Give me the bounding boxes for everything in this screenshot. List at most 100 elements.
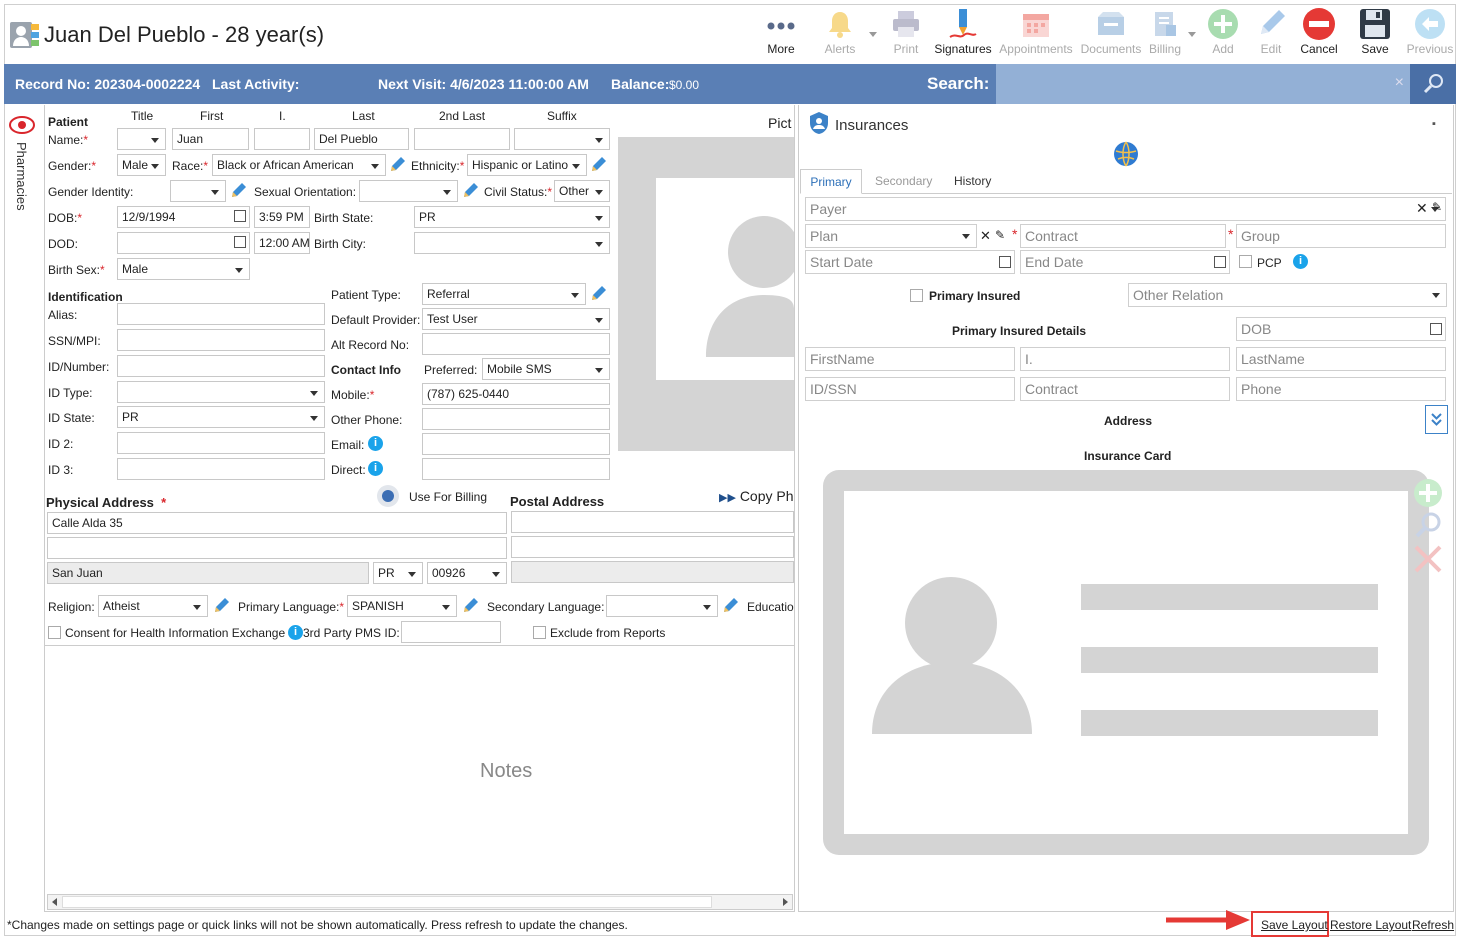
primary-insured-checkbox[interactable] (910, 289, 923, 302)
patient-type-edit-pencil-icon[interactable] (590, 284, 608, 302)
physical-state-select[interactable]: PR (373, 562, 423, 584)
consent-checkbox[interactable] (48, 626, 61, 639)
physical-city-input[interactable]: San Juan (47, 562, 369, 584)
primary-language-edit-pencil-icon[interactable] (462, 596, 480, 614)
cancel-button[interactable]: Cancel (1290, 6, 1348, 62)
birth-city-select[interactable] (414, 232, 610, 254)
race-edit-pencil-icon[interactable] (389, 155, 407, 173)
other-relation-select[interactable]: Other Relation (1128, 283, 1447, 307)
religion-edit-pencil-icon[interactable] (213, 596, 231, 614)
postal-line1-input[interactable] (511, 511, 794, 533)
physical-zip-select[interactable]: 00926 (427, 562, 507, 584)
sexual-orientation-select[interactable] (359, 180, 458, 202)
expand-address-button[interactable] (1425, 405, 1448, 434)
patient-type-select[interactable]: Referral (422, 283, 586, 305)
primary-language-select[interactable]: SPANISH (347, 595, 457, 617)
direct-input[interactable] (422, 458, 610, 480)
alt-record-input[interactable] (422, 333, 610, 355)
restore-layout-link[interactable]: Restore Layout (1330, 918, 1411, 932)
insured-id-ssn-input[interactable]: ID/SSN (805, 377, 1015, 401)
gender-select[interactable]: Male (117, 154, 166, 176)
birth-sex-select[interactable]: Male (117, 258, 250, 280)
initial-input[interactable] (254, 128, 310, 150)
payer-clear-icon[interactable]: ✕ (1416, 200, 1428, 217)
dod-calendar-icon[interactable] (234, 236, 246, 248)
scroll-thumb[interactable] (62, 896, 712, 908)
billing-button[interactable]: Billing (1136, 6, 1194, 62)
idnum-input[interactable] (117, 355, 325, 377)
tab-secondary[interactable]: Secondary (875, 174, 932, 188)
insured-dob-calendar-icon[interactable] (1430, 323, 1442, 335)
signatures-button[interactable]: Signatures (934, 6, 992, 62)
insured-initial-input[interactable]: I. (1020, 347, 1230, 371)
direct-info-icon[interactable]: i (368, 461, 383, 476)
print-button[interactable]: Print (877, 6, 935, 62)
save-button[interactable]: Save (1346, 6, 1404, 62)
delete-card-icon[interactable] (1413, 544, 1443, 574)
tab-primary[interactable]: Primary (800, 169, 862, 194)
pcp-info-icon[interactable]: i (1293, 254, 1308, 269)
id2-input[interactable] (117, 432, 325, 454)
insured-dob-input[interactable]: DOB (1236, 317, 1446, 341)
civil-status-select[interactable]: Other (554, 180, 610, 202)
appointments-button[interactable]: Appointments (997, 6, 1075, 62)
start-date-calendar-icon[interactable] (999, 256, 1011, 268)
sexual-orientation-edit-pencil-icon[interactable] (462, 181, 480, 199)
tab-history[interactable]: History (954, 174, 991, 188)
end-date-calendar-icon[interactable] (1214, 256, 1226, 268)
refresh-link[interactable]: Refresh (1412, 918, 1454, 932)
payer-edit-pencil-icon[interactable]: ✎ (1432, 200, 1442, 214)
insured-lastname-input[interactable]: LastName (1236, 347, 1446, 371)
dob-calendar-icon[interactable] (234, 210, 246, 222)
alerts-dropdown-arrow-icon[interactable] (869, 32, 877, 37)
start-date-input[interactable]: Start Date (805, 250, 1015, 274)
idtype-select[interactable] (117, 381, 325, 403)
ethnicity-edit-pencil-icon[interactable] (590, 155, 608, 173)
plan-clear-icon[interactable]: ✕ (980, 228, 991, 244)
dob-time-input[interactable]: 3:59 PM (254, 206, 310, 228)
notes-horizontal-scrollbar[interactable] (47, 894, 793, 910)
second-last-input[interactable] (414, 128, 510, 150)
email-info-icon[interactable]: i (368, 436, 383, 451)
postal-line2-input[interactable] (511, 536, 794, 558)
alerts-button[interactable]: Alerts (811, 6, 869, 62)
email-input[interactable] (422, 433, 610, 455)
dob-input[interactable]: 12/9/1994 (117, 206, 250, 228)
pcp-checkbox[interactable] (1239, 255, 1252, 268)
suffix-select[interactable] (514, 128, 610, 150)
end-date-input[interactable]: End Date (1020, 250, 1230, 274)
mobile-input[interactable]: (787) 625-0440 (422, 383, 610, 405)
consent-info-icon[interactable]: i (288, 625, 303, 640)
ssn-input[interactable] (117, 329, 325, 351)
previous-button[interactable]: Previous (1401, 6, 1459, 62)
id3-input[interactable] (117, 458, 325, 480)
pms-input[interactable] (401, 621, 501, 643)
religion-select[interactable]: Atheist (98, 595, 208, 617)
search-clear-icon[interactable]: × (1395, 74, 1404, 92)
payer-select[interactable]: Payer (805, 197, 1446, 221)
secondary-language-select[interactable] (606, 595, 718, 617)
contract-input[interactable]: Contract (1020, 224, 1226, 248)
scroll-left-arrow-icon[interactable] (52, 898, 57, 906)
insured-firstname-input[interactable]: FirstName (805, 347, 1015, 371)
physical-line2-input[interactable] (47, 537, 507, 559)
physical-line1-input[interactable]: Calle Alda 35 (47, 512, 507, 534)
zoom-card-icon[interactable] (1413, 510, 1443, 540)
title-select[interactable] (117, 128, 166, 150)
gender-identity-select[interactable] (170, 180, 226, 202)
birth-state-select[interactable]: PR (414, 206, 610, 228)
more-button[interactable]: More (752, 6, 810, 62)
ethnicity-select[interactable]: Hispanic or Latino (467, 154, 587, 176)
copy-physical-button[interactable]: ▶▶ Copy Ph (719, 488, 794, 504)
alias-input[interactable] (117, 303, 325, 325)
default-provider-select[interactable]: Test User (422, 308, 610, 330)
notes-area[interactable]: Notes (45, 645, 794, 893)
preferred-select[interactable]: Mobile SMS (482, 358, 610, 380)
first-name-input[interactable]: Juan (172, 128, 249, 150)
insured-contract-input[interactable]: Contract (1020, 377, 1230, 401)
patient-picture[interactable] (618, 137, 794, 451)
postal-city-input[interactable] (511, 561, 794, 583)
gender-identity-edit-pencil-icon[interactable] (230, 181, 248, 199)
group-input[interactable]: Group (1236, 224, 1446, 248)
scroll-right-arrow-icon[interactable] (783, 898, 788, 906)
